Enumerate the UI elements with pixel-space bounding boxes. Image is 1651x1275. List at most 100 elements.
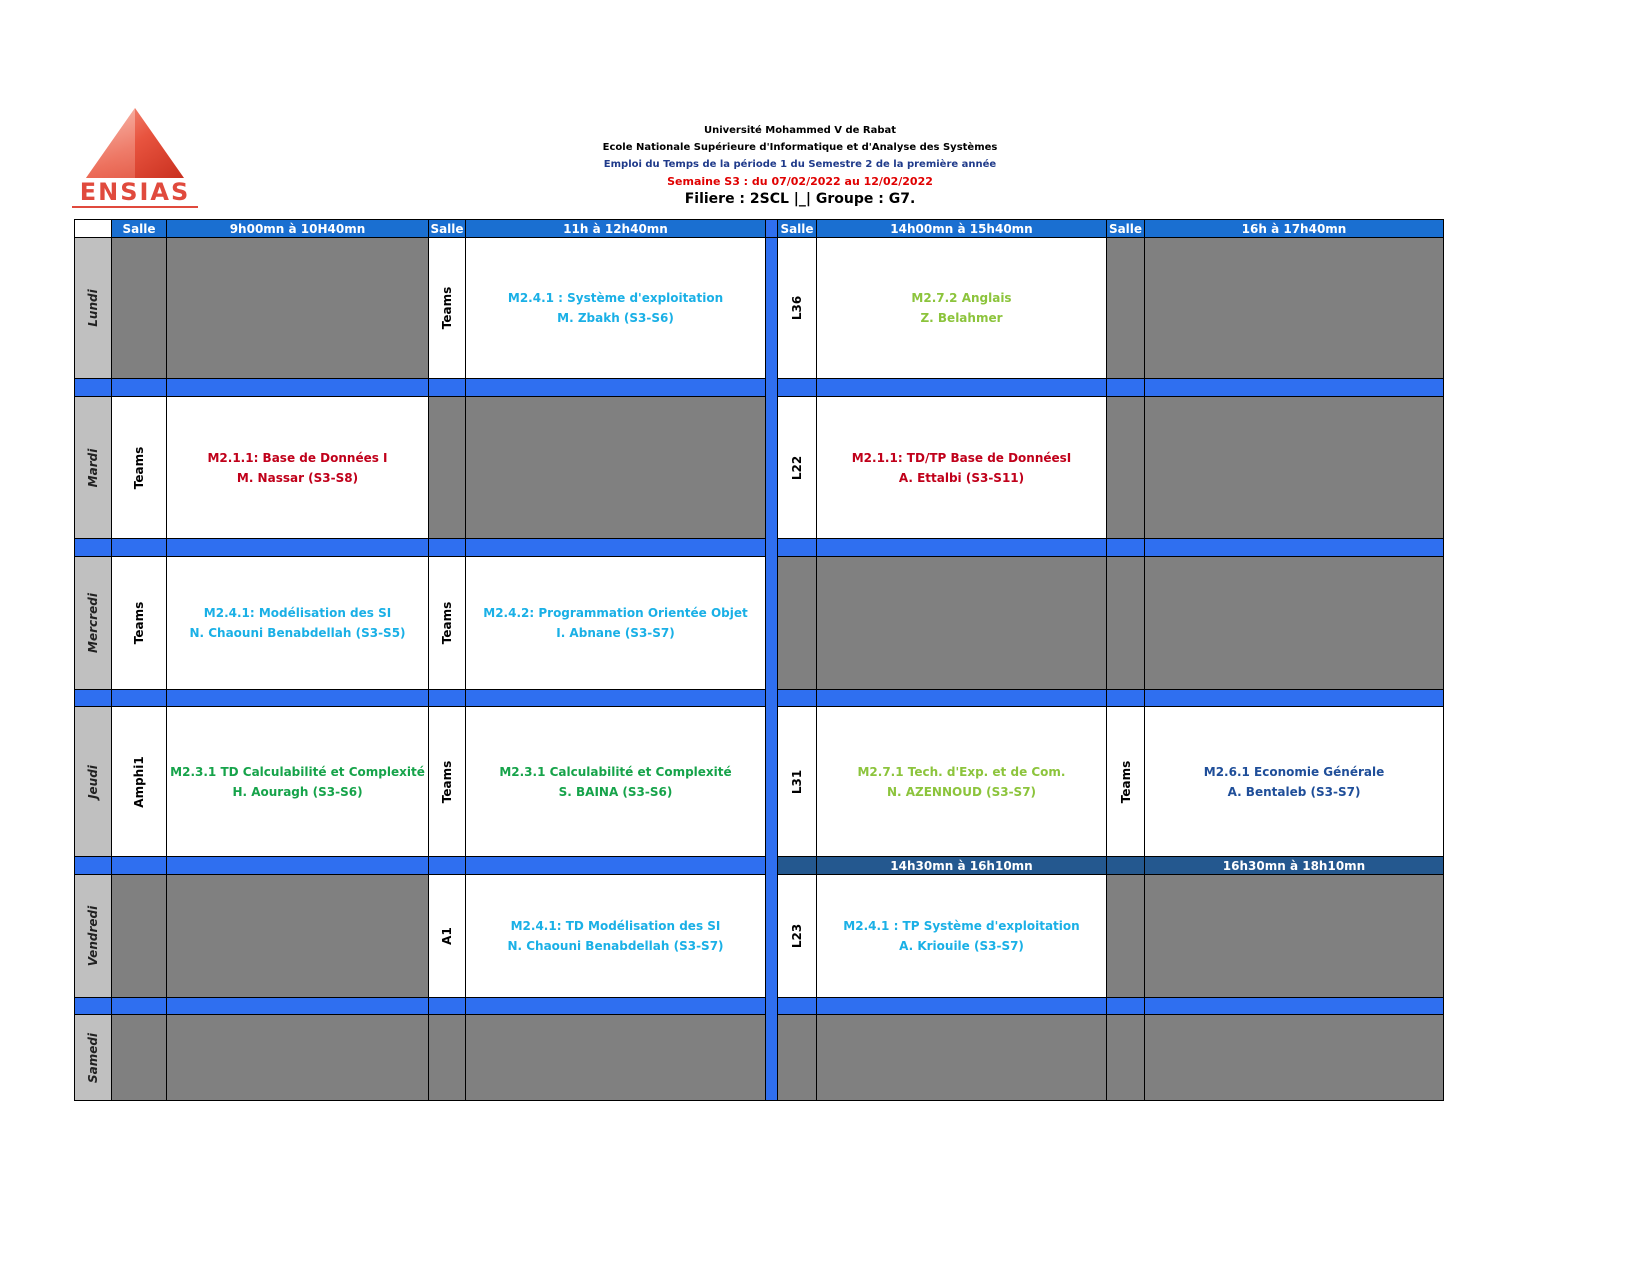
course-teacher: A. Ettalbi (S3-S11) xyxy=(898,470,1025,485)
course-teacher: M. Zbakh (S3-S6) xyxy=(557,311,674,325)
row-separator xyxy=(74,689,112,707)
course-title: M2.3.1 Calculabilité et Complexité xyxy=(499,764,732,779)
row-separator xyxy=(777,997,817,1015)
row-separator xyxy=(428,378,466,397)
row-separator xyxy=(465,378,766,397)
row-separator xyxy=(111,689,167,707)
course-title: M2.4.1 : TP Système d'exploitation xyxy=(843,919,1080,933)
row-separator xyxy=(777,856,817,875)
row-separator xyxy=(166,856,429,875)
row-separator xyxy=(166,378,429,397)
course-teacher: A. Bentaleb (S3-S7) xyxy=(1227,784,1361,799)
empty-room-cell xyxy=(111,237,167,379)
row-separator xyxy=(111,538,167,557)
row-separator xyxy=(1144,997,1444,1015)
row-separator xyxy=(816,538,1107,557)
course-cell: M2.1.1: Base de Données I M. Nassar (S3-… xyxy=(166,396,429,539)
course-cell: M2.7.2 Anglais Z. Belahmer xyxy=(816,237,1107,379)
row-separator xyxy=(777,538,817,557)
empty-course-cell xyxy=(1144,874,1444,998)
empty-room-cell xyxy=(1106,396,1145,539)
course-title: M2.1.1: TD/TP Base de DonnéesI xyxy=(851,450,1072,465)
filiere-group: Filiere : 2SCL |_| Groupe : G7. xyxy=(684,191,916,207)
row-separator xyxy=(465,538,766,557)
empty-room-cell xyxy=(111,874,167,998)
course-cell: M2.4.1 : Système d'exploitation M. Zbakh… xyxy=(465,237,766,379)
row-separator xyxy=(166,997,429,1015)
course-teacher: H. Aouragh (S3-S6) xyxy=(232,784,363,799)
empty-room-cell xyxy=(777,1014,817,1101)
empty-room-cell xyxy=(777,556,817,690)
empty-course-cell xyxy=(1144,237,1444,379)
empty-course-cell xyxy=(166,1014,429,1101)
row-separator xyxy=(1106,538,1145,557)
col-header-slot-2: 11h à 12h40mn xyxy=(465,219,766,238)
col-header-salle-1: Salle xyxy=(111,219,167,238)
empty-room-cell xyxy=(1106,556,1145,690)
day-label-lundi: Lundi xyxy=(74,237,112,379)
empty-course-cell xyxy=(816,556,1107,690)
course-teacher: A. Kriouile (S3-S7) xyxy=(899,939,1024,953)
row-separator xyxy=(816,997,1107,1015)
row-separator xyxy=(777,689,817,707)
row-separator xyxy=(1144,378,1444,397)
row-separator xyxy=(74,538,112,557)
row-separator xyxy=(1106,689,1145,707)
room-cell: L23 xyxy=(777,874,817,998)
row-separator xyxy=(1106,997,1145,1015)
week-range: Semaine S3 : du 07/02/2022 au 12/02/2022 xyxy=(667,175,933,188)
room-cell: Teams xyxy=(111,396,167,539)
row-separator xyxy=(111,997,167,1015)
day-label-jeudi: Jeudi xyxy=(74,706,112,857)
course-cell: M2.1.1: TD/TP Base de DonnéesI A. Ettalb… xyxy=(816,396,1107,539)
row-separator xyxy=(1106,856,1145,875)
col-header-salle-2: Salle xyxy=(428,219,466,238)
course-cell: M2.4.2: Programmation Orientée Objet I. … xyxy=(465,556,766,690)
room-cell: A1 xyxy=(428,874,466,998)
course-title: M2.4.2: Programmation Orientée Objet xyxy=(483,606,748,620)
empty-course-cell xyxy=(166,874,429,998)
empty-room-cell xyxy=(1106,1014,1145,1101)
room-cell: Teams xyxy=(428,706,466,857)
empty-course-cell xyxy=(1144,396,1444,539)
row-separator xyxy=(166,689,429,707)
col-header-slot-4: 16h à 17h40mn xyxy=(1144,219,1444,238)
course-title: M2.3.1 TD Calculabilité et Complexité xyxy=(170,764,425,779)
course-title: M2.1.1: Base de Données I xyxy=(207,450,388,465)
row-separator xyxy=(428,856,466,875)
empty-course-cell xyxy=(465,396,766,539)
col-header-slot-3: 14h00mn à 15h40mn xyxy=(816,219,1107,238)
course-title: M2.4.1: Modélisation des SI xyxy=(203,606,392,620)
day-label-mercredi: Mercredi xyxy=(74,556,112,690)
row-separator xyxy=(465,856,766,875)
row-separator xyxy=(1144,538,1444,557)
course-teacher: Z. Belahmer xyxy=(920,311,1003,325)
friday-slot-4-header: 16h30mn à 18h10mn xyxy=(1144,856,1444,875)
school-name: Ecole Nationale Supérieure d'Informatiqu… xyxy=(602,142,998,153)
row-separator xyxy=(166,538,429,557)
row-separator xyxy=(1106,378,1145,397)
course-title: M2.7.2 Anglais xyxy=(911,291,1012,305)
room-cell: Teams xyxy=(428,556,466,690)
empty-course-cell xyxy=(465,1014,766,1101)
empty-course-cell xyxy=(816,1014,1107,1101)
row-separator xyxy=(777,378,817,397)
col-header-salle-3: Salle xyxy=(777,219,817,238)
empty-room-cell xyxy=(428,396,466,539)
row-separator xyxy=(1144,689,1444,707)
empty-course-cell xyxy=(166,237,429,379)
day-label-samedi: Samedi xyxy=(74,1014,112,1101)
room-cell: L22 xyxy=(777,396,817,539)
course-teacher: M. Nassar (S3-S8) xyxy=(236,470,359,485)
row-separator xyxy=(74,378,112,397)
lunch-break-divider xyxy=(765,237,778,1101)
course-title: M2.6.1 Economie Générale xyxy=(1203,764,1385,779)
logo-text: ENSIAS xyxy=(79,178,191,206)
course-cell: M2.3.1 Calculabilité et Complexité S. BA… xyxy=(465,706,766,857)
course-cell: M2.7.1 Tech. d'Exp. et de Com. N. AZENNO… xyxy=(816,706,1107,857)
empty-room-cell xyxy=(428,1014,466,1101)
course-title: M2.4.1: TD Modélisation des SI xyxy=(510,919,721,933)
course-cell: M2.4.1: Modélisation des SI N. Chaouni B… xyxy=(166,556,429,690)
col-header-slot-1: 9h00mn à 10H40mn xyxy=(166,219,429,238)
row-separator xyxy=(816,689,1107,707)
